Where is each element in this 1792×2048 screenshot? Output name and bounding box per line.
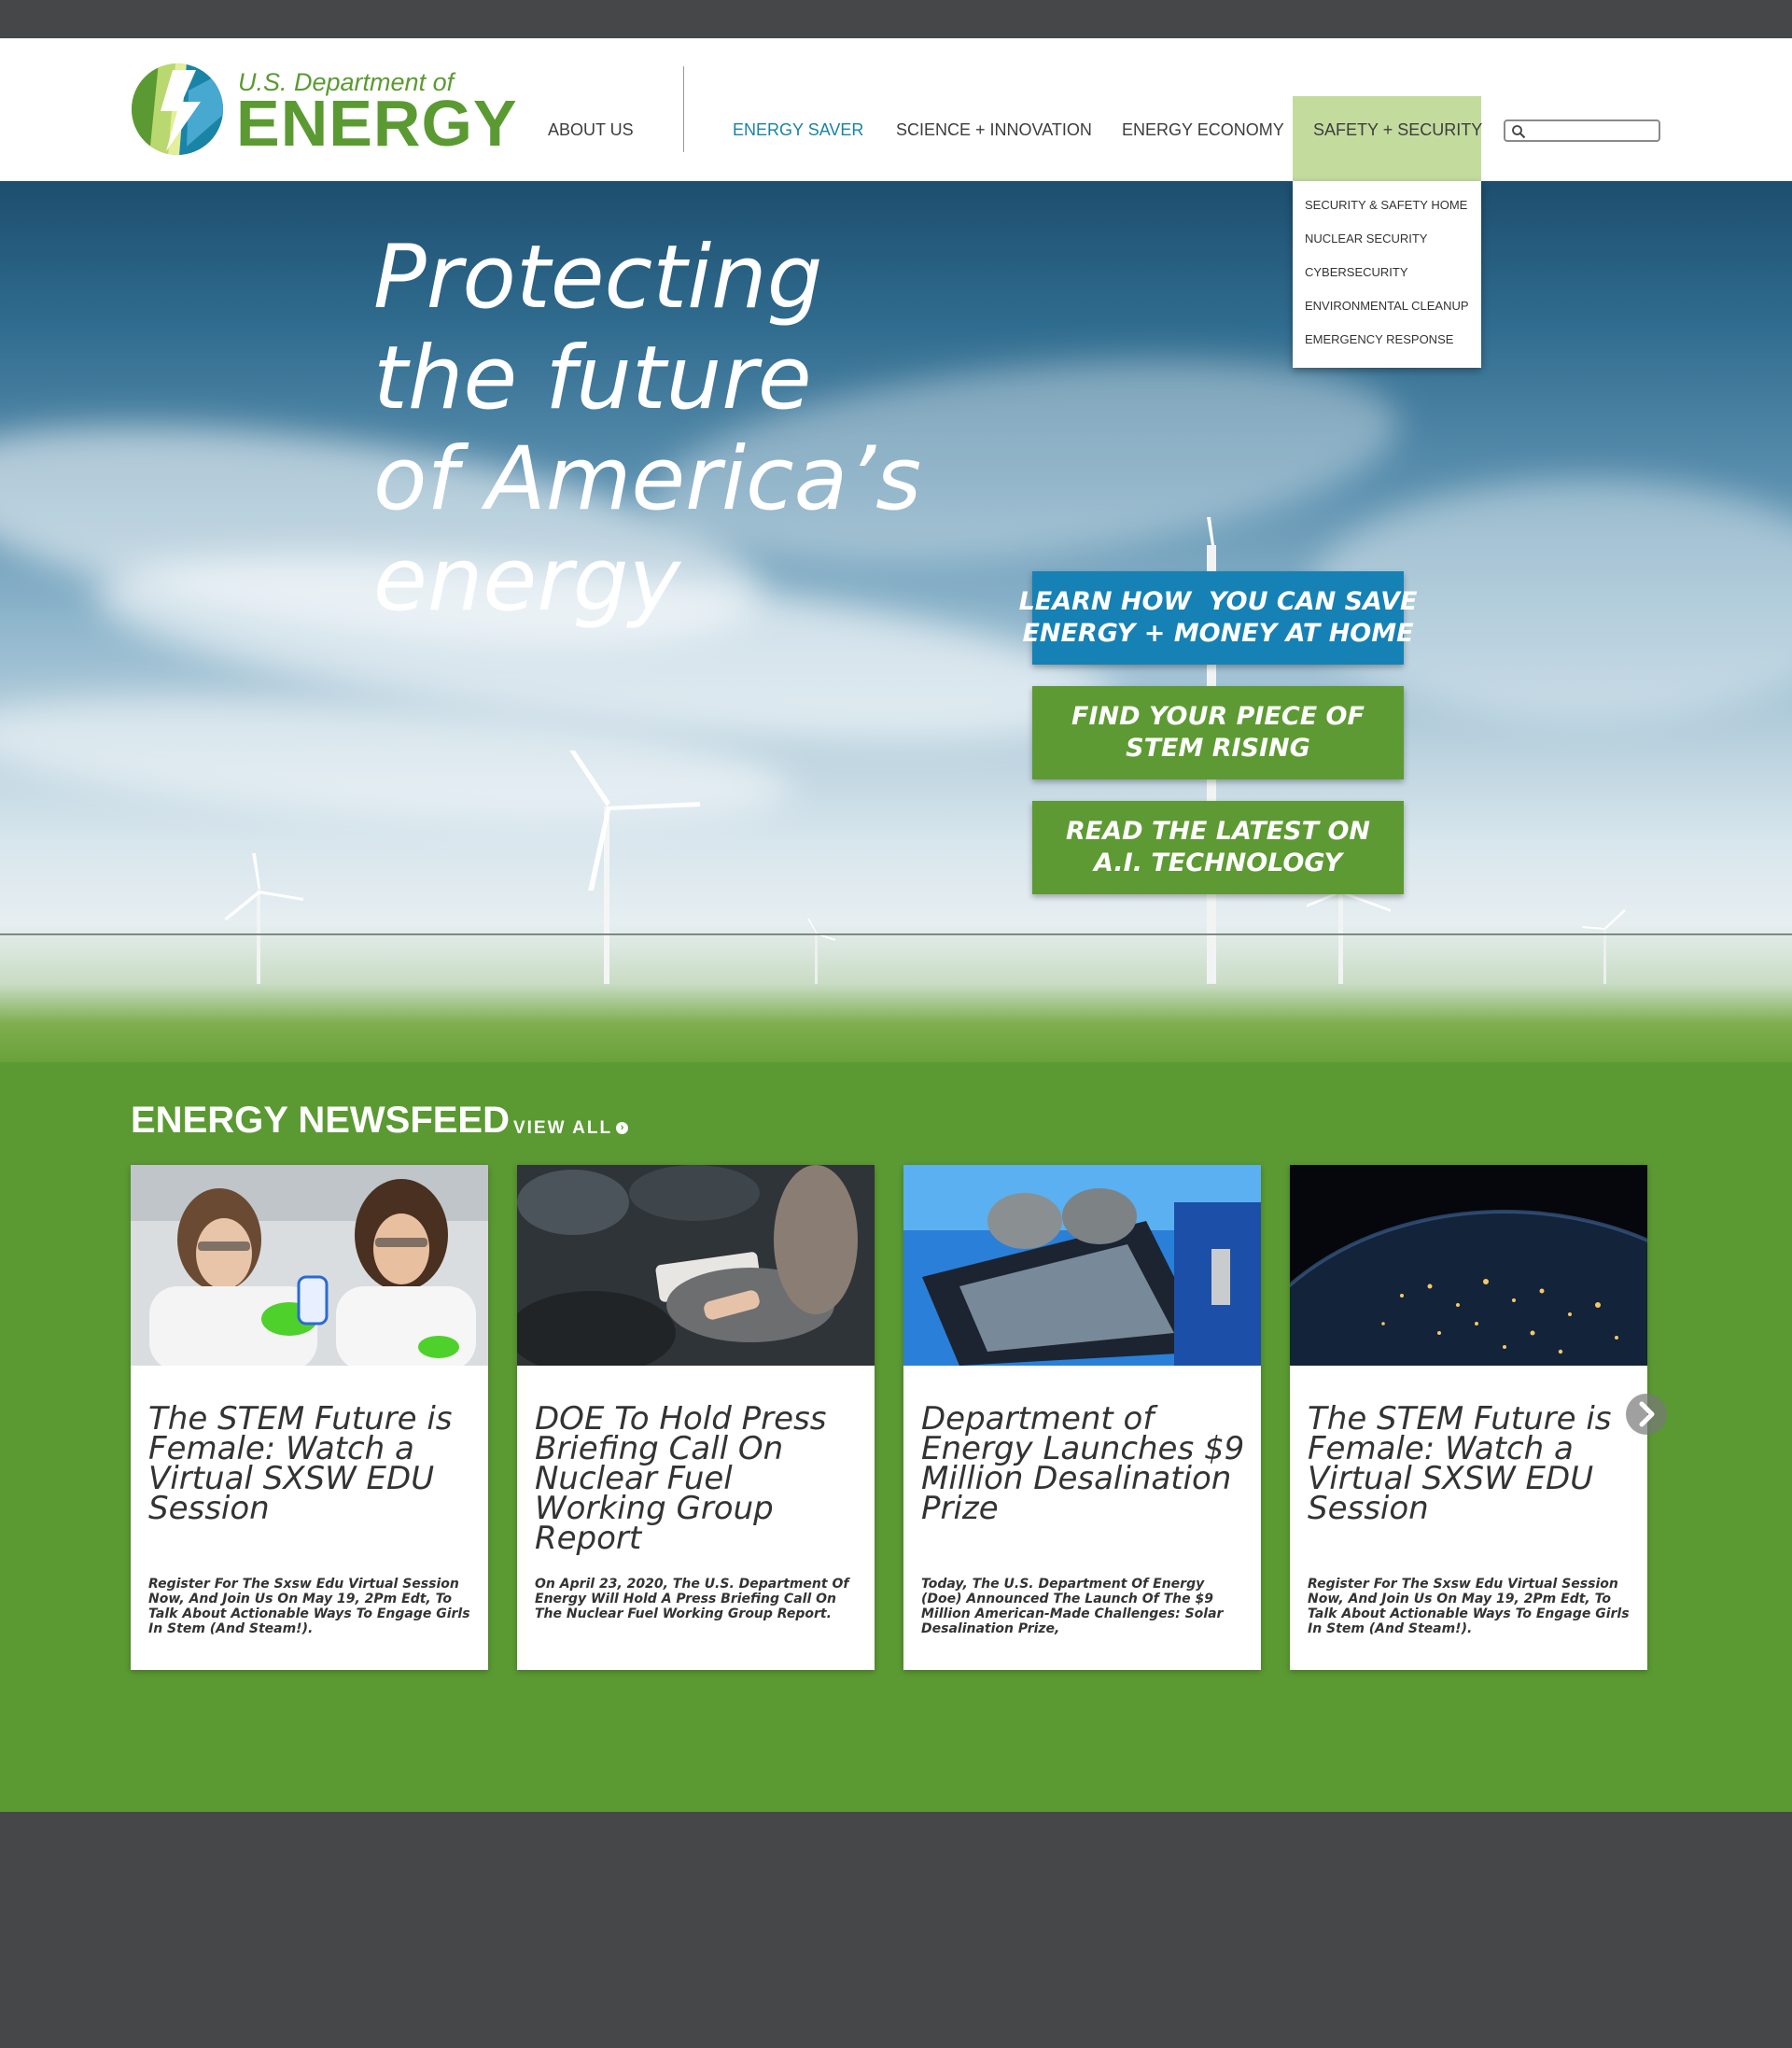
news-card-description: Register For The Sxsw Edu Virtual Sessio… bbox=[1308, 1577, 1630, 1636]
cta-line: ENERGY + MONEY AT HOME bbox=[1022, 619, 1414, 648]
cta-stem-rising-button[interactable]: FIND YOUR PIECE OF STEM RISING bbox=[1032, 686, 1404, 779]
nav-safety-security[interactable]: SAFETY + SECURITY bbox=[1293, 96, 1483, 181]
nav-safety-security-label: SAFETY + SECURITY bbox=[1313, 120, 1483, 139]
view-all-link[interactable]: VIEW ALL › bbox=[513, 1118, 629, 1139]
carousel-next-button[interactable] bbox=[1626, 1394, 1667, 1435]
wind-turbine-icon bbox=[807, 919, 835, 984]
news-card-image bbox=[131, 1165, 488, 1366]
search-icon[interactable] bbox=[1511, 124, 1526, 139]
horizon-line bbox=[0, 933, 1792, 935]
doe-logo[interactable]: U.S. Department of ENERGY bbox=[131, 63, 517, 156]
press-briefing-image bbox=[517, 1165, 875, 1366]
dropdown-item-cybersecurity[interactable]: CYBERSECURITY bbox=[1305, 265, 1408, 279]
hero-title-line: of America’s bbox=[373, 428, 922, 530]
chevron-right-circle-icon: › bbox=[616, 1122, 629, 1135]
earth-night-image bbox=[1290, 1165, 1647, 1366]
cta-save-energy-label: LEARN HOW YOU CAN SAVE ENERGY + MONEY AT… bbox=[1019, 586, 1418, 650]
wind-turbine-icon bbox=[224, 853, 303, 984]
news-card-title: The STEM Future is Female: Watch a Virtu… bbox=[1308, 1400, 1612, 1527]
dropdown-item-environmental-cleanup[interactable]: ENVIRONMENTAL CLEANUP bbox=[1305, 299, 1469, 313]
view-all-label: VIEW ALL bbox=[513, 1118, 613, 1138]
cta-line: READ THE LATEST ON bbox=[1066, 817, 1370, 846]
news-card[interactable]: DOE To Hold Press Briefing Call On Nucle… bbox=[517, 1165, 875, 1670]
doe-logo-mark-icon bbox=[132, 63, 223, 155]
news-card-description: Register For The Sxsw Edu Virtual Sessio… bbox=[148, 1577, 470, 1636]
solar-panel-image bbox=[903, 1165, 1261, 1366]
wind-turbine-icon bbox=[569, 750, 700, 984]
nav-energy-economy[interactable]: ENERGY ECONOMY bbox=[1122, 120, 1284, 140]
cta-ai-technology-button[interactable]: READ THE LATEST ON A.I. TECHNOLOGY bbox=[1032, 801, 1404, 894]
site-footer bbox=[0, 1812, 1792, 2048]
news-card-title: The STEM Future is Female: Watch a Virtu… bbox=[148, 1400, 453, 1527]
news-card-title: DOE To Hold Press Briefing Call On Nucle… bbox=[535, 1400, 827, 1557]
newsfeed-title: ENERGY NEWSFEED bbox=[131, 1100, 510, 1141]
cta-line: A.I. TECHNOLOGY bbox=[1094, 849, 1342, 877]
top-strip bbox=[0, 0, 1792, 38]
nav-divider bbox=[683, 66, 684, 152]
wind-turbine-icon bbox=[1582, 909, 1626, 984]
dropdown-item-emergency-response[interactable]: EMERGENCY RESPONSE bbox=[1305, 332, 1453, 346]
nav-science-innovation[interactable]: SCIENCE + INNOVATION bbox=[896, 120, 1092, 140]
students-lab-image bbox=[131, 1165, 488, 1366]
news-card-description: On April 23, 2020, The U.S. Department O… bbox=[535, 1577, 849, 1621]
dropdown-item-security-safety-home[interactable]: SECURITY & SAFETY HOME bbox=[1305, 198, 1467, 212]
nav-energy-saver[interactable]: ENERGY SAVER bbox=[733, 120, 863, 140]
news-card-title: Department of Energy Launches $9 Million… bbox=[921, 1400, 1245, 1527]
hero-banner: Protecting the future of America’s energ… bbox=[0, 181, 1792, 1185]
search-box[interactable] bbox=[1504, 119, 1660, 142]
logo-energy-text: ENERGY bbox=[236, 87, 518, 160]
cta-line: LEARN HOW YOU CAN SAVE bbox=[1018, 587, 1418, 616]
dropdown-item-nuclear-security[interactable]: NUCLEAR SECURITY bbox=[1305, 231, 1427, 245]
search-input[interactable] bbox=[1530, 122, 1659, 141]
hero-title-line: the future bbox=[373, 328, 812, 429]
news-card-image bbox=[1290, 1165, 1647, 1366]
hero-title-line: energy bbox=[373, 529, 681, 631]
news-card-description: Today, The U.S. Department Of Energy (Do… bbox=[921, 1577, 1224, 1636]
news-card-image bbox=[903, 1165, 1261, 1366]
safety-security-dropdown: SECURITY & SAFETY HOME NUCLEAR SECURITY … bbox=[1293, 181, 1481, 368]
cta-line: FIND YOUR PIECE OF bbox=[1071, 702, 1365, 731]
hero-title-line: Protecting bbox=[373, 227, 823, 329]
cta-ai-technology-label: READ THE LATEST ON A.I. TECHNOLOGY bbox=[1066, 816, 1370, 879]
cta-stem-rising-label: FIND YOUR PIECE OF STEM RISING bbox=[1071, 701, 1365, 764]
site-header: U.S. Department of ENERGY ABOUT US ENERG… bbox=[0, 38, 1792, 181]
energy-newsfeed-section: ENERGY NEWSFEED VIEW ALL › The STEM Futu… bbox=[0, 1062, 1792, 1812]
cta-save-energy-button[interactable]: LEARN HOW YOU CAN SAVE ENERGY + MONEY AT… bbox=[1019, 571, 1417, 665]
news-card[interactable]: The STEM Future is Female: Watch a Virtu… bbox=[131, 1165, 488, 1670]
hero-title: Protecting the future of America’s energ… bbox=[373, 228, 1027, 631]
news-card[interactable]: Department of Energy Launches $9 Million… bbox=[903, 1165, 1261, 1670]
cta-line: STEM RISING bbox=[1126, 734, 1310, 763]
nav-about-us[interactable]: ABOUT US bbox=[548, 120, 634, 140]
news-card-image bbox=[517, 1165, 875, 1366]
chevron-right-icon bbox=[1639, 1401, 1655, 1427]
news-card[interactable]: The STEM Future is Female: Watch a Virtu… bbox=[1290, 1165, 1647, 1670]
